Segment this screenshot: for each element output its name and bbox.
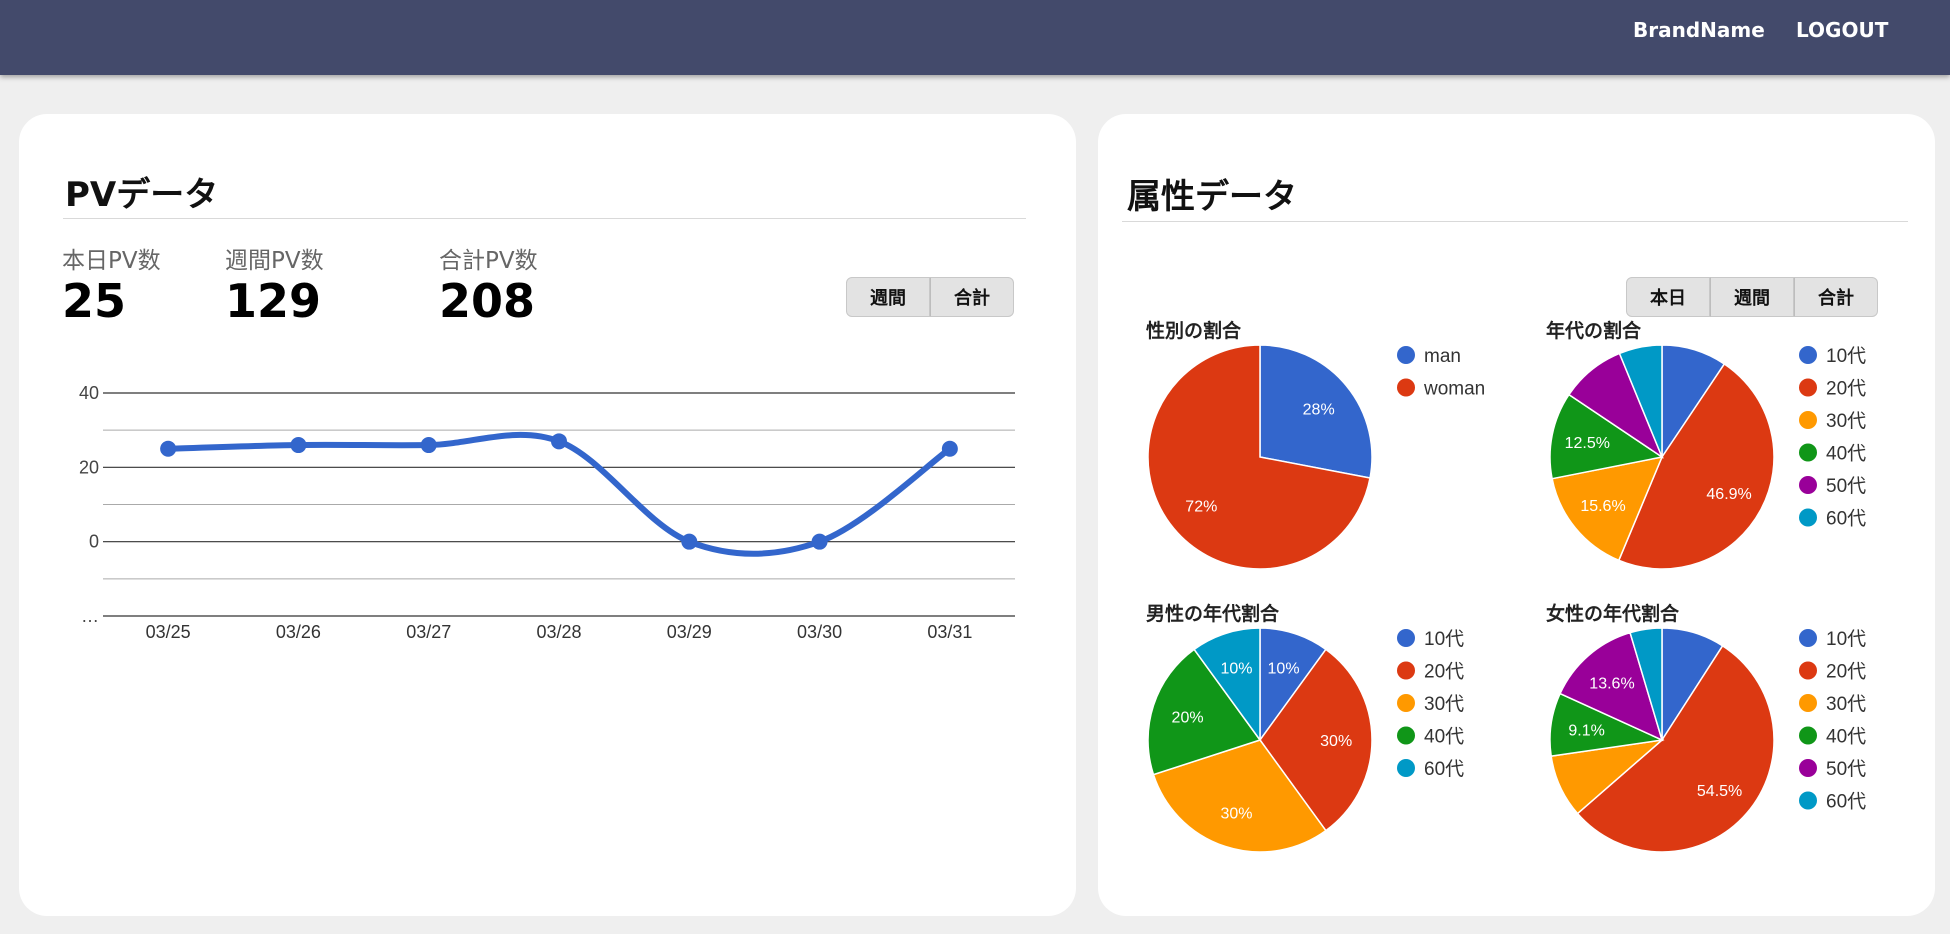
legend-marker (1799, 411, 1817, 429)
pv-line-chart: 40 20 0 … 03/25 03/26 03/27 03/28 03/29 03/30 03/3… (79, 383, 1015, 642)
y-tick-label: … (81, 606, 99, 626)
data-point[interactable] (681, 533, 698, 550)
y-tick-label: 40 (79, 383, 99, 403)
data-point[interactable] (160, 440, 177, 457)
legend-marker (1799, 759, 1817, 777)
pie-slice-label: 54.5% (1697, 783, 1742, 800)
x-tick-label: 03/31 (927, 622, 972, 642)
x-tick-label: 03/25 (146, 622, 191, 642)
pie-slice-label: 30% (1320, 733, 1352, 750)
pie-slice-label: 13.6% (1589, 676, 1634, 693)
pie-chart-title: 女性の年代割合 (1546, 602, 1680, 625)
y-tick-label: 0 (89, 532, 99, 552)
legend-marker (1799, 726, 1817, 745)
pie-slice-label: 30% (1220, 805, 1252, 822)
legend-marker (1799, 476, 1817, 494)
data-point[interactable] (551, 433, 567, 450)
pie-slice-label: 10% (1220, 661, 1252, 678)
legend-label[interactable]: 40代 (1826, 726, 1866, 748)
legend-label[interactable]: 50代 (1826, 475, 1866, 497)
pv-data-card: PVデータ 本日PV数 25 週間PV数 129 合計PV数 208 週間 合計… (19, 114, 1076, 916)
legend-label[interactable]: 20代 (1826, 378, 1866, 400)
legend-marker (1799, 694, 1817, 712)
legend-label[interactable]: 10代 (1424, 628, 1464, 650)
x-tick-label: 03/27 (406, 622, 451, 642)
pie-chart-3: 男性の年代割合 10% 30% 30% 20% 10% 10代 20代 30代 40代 60代 (1146, 602, 1464, 853)
legend-label[interactable]: 30代 (1424, 693, 1464, 715)
pie-chart-title: 性別の割合 (1146, 319, 1242, 342)
legend-marker (1799, 346, 1817, 364)
legend-label[interactable]: man (1424, 346, 1461, 367)
pie-chart-title: 年代の割合 (1546, 319, 1642, 342)
legend-label[interactable]: 30代 (1826, 693, 1866, 715)
brand-link[interactable]: BrandName (1633, 18, 1765, 42)
x-tick-label: 03/28 (536, 622, 581, 642)
legend-label[interactable]: 10代 (1826, 628, 1866, 650)
pie-chart-4: 女性の年代割合 54.5% 9.1% 13.6% 10代 20代 30代 40代 50代 60代 (1546, 602, 1866, 853)
pie-chart-1: 性別の割合 28% 72% man woman (1146, 319, 1485, 570)
legend-marker (1397, 726, 1415, 745)
legend-marker (1397, 661, 1415, 680)
x-tick-label: 03/29 (667, 622, 712, 642)
legend-label[interactable]: 60代 (1826, 508, 1866, 530)
y-tick-label: 20 (79, 457, 99, 477)
x-tick-label: 03/30 (797, 622, 842, 642)
data-point[interactable] (290, 437, 307, 454)
attribute-data-card: 属性データ 本日 週間 合計 性別の割合 28% 72% man woman 年代の割合 4… (1098, 114, 1935, 916)
legend-label[interactable]: woman (1423, 379, 1485, 400)
legend-marker (1799, 443, 1817, 462)
legend-marker (1397, 629, 1415, 647)
legend-marker (1397, 378, 1415, 397)
legend-marker (1799, 791, 1817, 810)
legend-label[interactable]: 10代 (1826, 345, 1866, 367)
pv-series-line (165, 431, 953, 557)
legend-label[interactable]: 20代 (1424, 661, 1464, 683)
legend-marker (1799, 629, 1817, 647)
pie-slice-label: 15.6% (1580, 498, 1625, 515)
pie-slice-label: 72% (1185, 499, 1217, 516)
data-point[interactable] (420, 437, 437, 454)
pie-slice-label: 12.5% (1565, 435, 1610, 452)
pie-slice-label: 46.9% (1706, 486, 1751, 503)
attribute-pie-charts: 性別の割合 28% 72% man woman 年代の割合 46.9% 15.6% 12.5% 1… (1146, 319, 1866, 853)
legend-label[interactable]: 40代 (1826, 443, 1866, 465)
pie-slice-label: 10% (1268, 661, 1300, 678)
legend-marker (1397, 346, 1415, 364)
legend-label[interactable]: 60代 (1424, 758, 1464, 780)
legend-marker (1397, 694, 1415, 712)
legend-label[interactable]: 60代 (1826, 791, 1866, 813)
pie-slice-label: 9.1% (1568, 722, 1604, 739)
legend-label[interactable]: 40代 (1424, 726, 1464, 748)
legend-label[interactable]: 20代 (1826, 661, 1866, 683)
legend-marker (1397, 759, 1415, 777)
legend-label[interactable]: 50代 (1826, 758, 1866, 780)
data-point[interactable] (811, 533, 828, 550)
legend-marker (1799, 508, 1817, 527)
top-navbar: BrandName LOGOUT (0, 0, 1950, 75)
legend-marker (1799, 661, 1817, 680)
pie-slice-label: 20% (1172, 709, 1204, 726)
logout-link[interactable]: LOGOUT (1796, 18, 1888, 42)
pie-slice-label: 28% (1303, 401, 1335, 418)
pie-chart-title: 男性の年代割合 (1146, 602, 1280, 625)
legend-marker (1799, 378, 1817, 397)
legend-label[interactable]: 30代 (1826, 410, 1866, 432)
pie-chart-2: 年代の割合 46.9% 15.6% 12.5% 10代 20代 30代 40代 50代 60代 (1546, 319, 1866, 570)
x-tick-label: 03/26 (276, 622, 321, 642)
data-point[interactable] (941, 440, 958, 457)
